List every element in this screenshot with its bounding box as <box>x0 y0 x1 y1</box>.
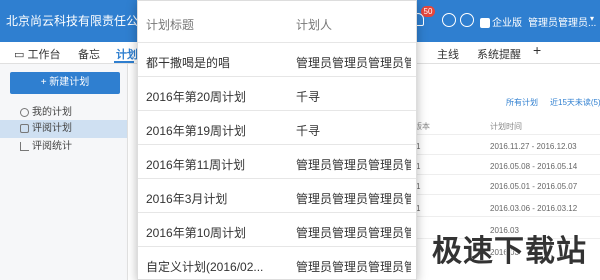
plan-title: 都干撒喝是的唱 <box>146 56 231 70</box>
plan-owner: 千寻 <box>296 90 321 104</box>
enterprise-icon <box>480 18 490 29</box>
dropdown-row[interactable]: 2016年第11周计划 管理员管理员管理员管... <box>138 145 416 179</box>
plan-title: 2016年第19周计划 <box>146 124 247 138</box>
column-header-plan-time: 计划时间 <box>490 122 522 131</box>
company-label: 北京尚云科技有限责任公司 <box>6 14 151 28</box>
sidebar: + 新建计划 我的计划 评阅计划 评阅统计 <box>0 64 128 280</box>
monitor-icon: ▭ <box>14 49 25 61</box>
plan-owner: 管理员管理员管理员管... <box>296 192 411 206</box>
plan-title: 2016年第10周计划 <box>146 226 247 240</box>
sidebar-item-label: 评阅计划 <box>32 123 72 134</box>
plan-title: 2016年第11周计划 <box>146 158 246 172</box>
watermark: 极速下载站 <box>432 235 587 268</box>
dropdown-row[interactable]: 都干撒喝是的唱 管理员管理员管理员管... <box>138 43 416 77</box>
tab-mainline[interactable]: 主线 <box>437 46 459 62</box>
plan-title: 自定义计划(2016/02... <box>146 260 264 274</box>
enterprise-label: 企业版 <box>492 18 522 29</box>
plan-owner: 管理员管理员管理员管... <box>296 158 411 172</box>
plan-owner: 管理员管理员管理员管... <box>296 56 411 70</box>
table-cell-time: 2016.03.06 - 2016.03.12 <box>490 204 578 213</box>
user-name[interactable]: 管理员管理员... <box>528 14 596 29</box>
sidebar-item-label: 我的计划 <box>32 107 72 118</box>
plan-owner: 千寻 <box>296 124 321 138</box>
plan-owner: 管理员管理员管理员管... <box>296 260 411 274</box>
document-icon <box>20 124 29 133</box>
dropdown-row[interactable]: 2016年第19周计划 千寻 <box>138 111 416 145</box>
table-cell-time: 2016.05.08 - 2016.05.14 <box>490 162 578 171</box>
row-divider <box>410 154 600 155</box>
dropdown-row[interactable]: 2016年第20周计划 千寻 <box>138 77 416 111</box>
bar-chart-icon <box>20 142 29 151</box>
tab-plan[interactable]: 计划 <box>116 46 138 62</box>
notification-badge: 50 <box>421 6 435 17</box>
clock-icon[interactable] <box>442 13 456 27</box>
tab-workbench-label: 工作台 <box>27 49 61 61</box>
sidebar-item-label: 评阅统计 <box>32 141 72 152</box>
new-plan-button[interactable]: + 新建计划 <box>10 72 120 94</box>
dropdown-header-owner: 计划人 <box>296 18 333 32</box>
plan-owner: 管理员管理员管理员管... <box>296 226 411 240</box>
plan-title: 2016年第20周计划 <box>146 90 247 104</box>
tab-system-reminder[interactable]: 系统提醒 <box>477 46 521 62</box>
sidebar-item-review-stats[interactable]: 评阅统计 <box>0 138 127 156</box>
enterprise-button[interactable]: 企业版 <box>480 14 522 29</box>
chevron-down-icon[interactable]: ▾ <box>590 14 594 23</box>
all-plans-link[interactable]: 所有计划 <box>506 97 538 108</box>
plan-dropdown: 计划标题 计划人 都干撒喝是的唱 管理员管理员管理员管... 2016年第20周… <box>137 0 417 280</box>
dropdown-header-title: 计划标题 <box>146 18 195 32</box>
help-icon[interactable] <box>460 13 474 27</box>
dropdown-row[interactable]: 自定义计划(2016/02... 管理员管理员管理员管... <box>138 247 416 279</box>
tab-workbench[interactable]: ▭ 工作台 <box>14 46 60 62</box>
sidebar-item-review-plans[interactable]: 评阅计划 <box>0 120 127 138</box>
row-divider <box>410 194 600 195</box>
dropdown-row[interactable]: 2016年第10周计划 管理员管理员管理员管... <box>138 213 416 247</box>
unread-link[interactable]: 近15天未读(5) <box>550 97 600 108</box>
active-tab-indicator <box>114 61 134 63</box>
table-cell-time: 2016.11.27 - 2016.12.03 <box>490 142 577 151</box>
row-divider <box>410 216 600 217</box>
row-divider <box>410 134 600 135</box>
tab-memo[interactable]: 备忘 <box>78 46 100 62</box>
row-divider <box>410 174 600 175</box>
table-cell-time: 2016.05.01 - 2016.05.07 <box>490 182 578 191</box>
plan-title: 2016年3月计划 <box>146 192 228 206</box>
dropdown-row[interactable]: 2016年3月计划 管理员管理员管理员管... <box>138 179 416 213</box>
add-tab-button[interactable]: + <box>533 42 541 58</box>
dropdown-header: 计划标题 计划人 <box>138 1 416 43</box>
user-icon <box>20 108 29 117</box>
